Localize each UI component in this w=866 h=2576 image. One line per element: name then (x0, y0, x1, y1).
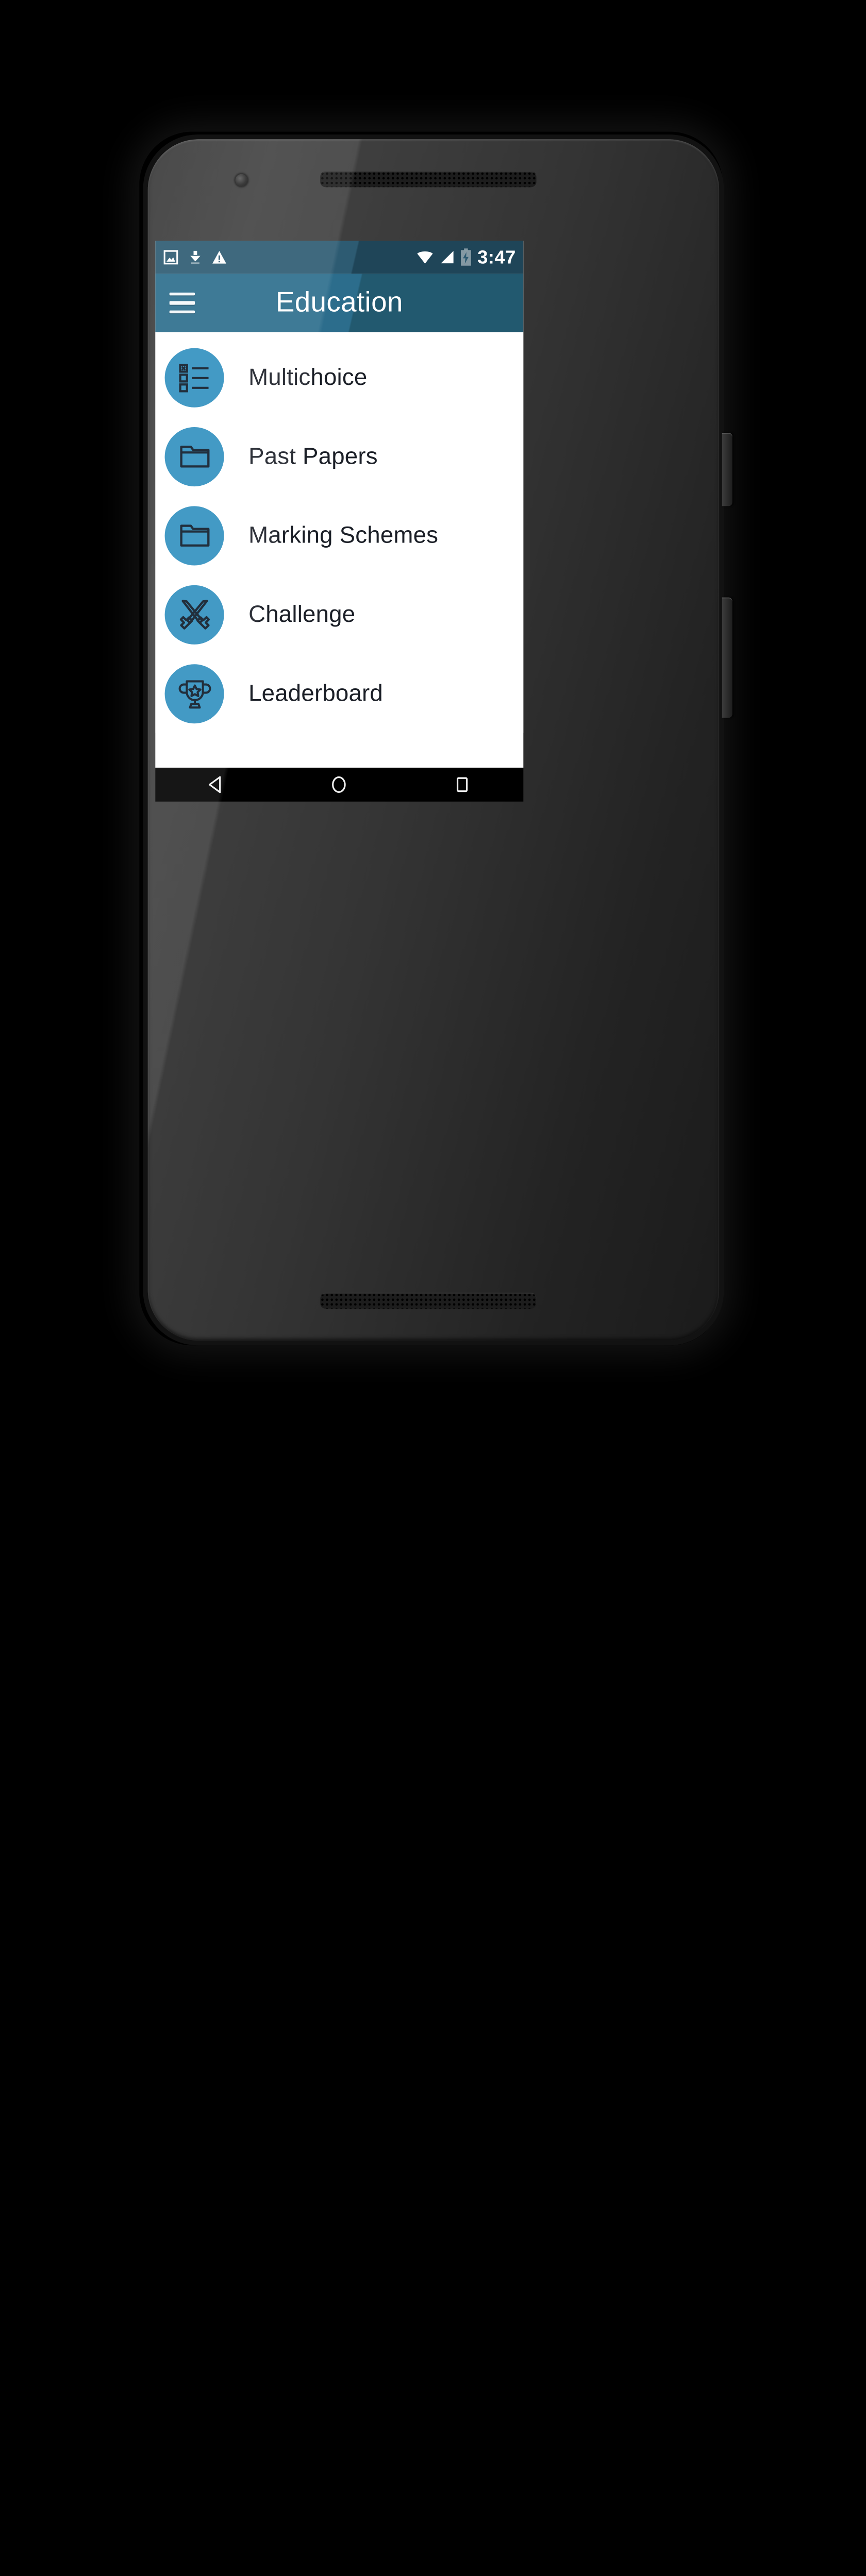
status-bar: 3:47 (155, 241, 524, 274)
avatar (164, 664, 224, 723)
folder-icon (179, 524, 209, 547)
list-item-label: Leaderboard (248, 680, 384, 706)
download-icon (190, 250, 201, 264)
trophy-icon (178, 680, 211, 709)
power-button[interactable] (722, 433, 732, 506)
list-item-marking-schemes[interactable]: Marking Schemes (155, 496, 523, 574)
recents-button[interactable] (452, 774, 472, 795)
hamburger-menu-icon[interactable] (169, 292, 195, 314)
hamburger-line (169, 310, 195, 314)
screenshot-root: 3:47 Education Multichoice Past Papers M… (0, 0, 866, 1484)
photo-icon (163, 250, 178, 265)
hamburger-line (169, 301, 195, 304)
list-item-leaderboard[interactable]: Leaderboard (155, 654, 523, 733)
avatar (164, 584, 224, 644)
home-button[interactable] (329, 774, 349, 795)
status-bar-left-icons (163, 249, 227, 265)
bottom-speaker-grille (320, 1293, 537, 1309)
volume-rocker-button[interactable] (722, 597, 732, 718)
status-bar-clock: 3:47 (477, 247, 516, 268)
battery-charging-icon (461, 248, 472, 266)
list-item-label: Past Papers (248, 443, 378, 469)
android-phone-device: 3:47 Education Multichoice Past Papers M… (0, 0, 866, 2576)
list-item-label: Multichoice (248, 363, 368, 390)
list-item-label: Challenge (248, 600, 356, 628)
avatar (164, 427, 224, 486)
list-item-challenge[interactable]: Challenge (155, 575, 523, 654)
wifi-icon (417, 251, 433, 264)
list-item-past-papers[interactable]: Past Papers (155, 417, 523, 496)
avatar (164, 505, 224, 565)
menu-list: Multichoice Past Papers Marking Schemes … (155, 332, 524, 733)
warning-icon (212, 251, 226, 264)
cellular-signal-icon (441, 251, 454, 264)
front-camera-icon (235, 174, 248, 187)
android-navigation-bar (155, 768, 524, 802)
folder-icon (179, 446, 209, 468)
phone-screen: 3:47 Education Multichoice Past Papers M… (155, 241, 524, 768)
back-button[interactable] (206, 774, 227, 795)
earpiece-speaker-grille (320, 171, 537, 188)
status-bar-right-icons: 3:47 (416, 248, 515, 267)
crossed-swords-icon (179, 600, 210, 630)
list-item-label: Marking Schemes (248, 521, 439, 548)
app-bar: Education (155, 274, 524, 332)
checklist-icon (179, 363, 209, 392)
list-item-multichoice[interactable]: Multichoice (155, 338, 523, 417)
hamburger-line (169, 292, 195, 296)
avatar (164, 347, 224, 407)
page-title: Education (275, 286, 403, 318)
